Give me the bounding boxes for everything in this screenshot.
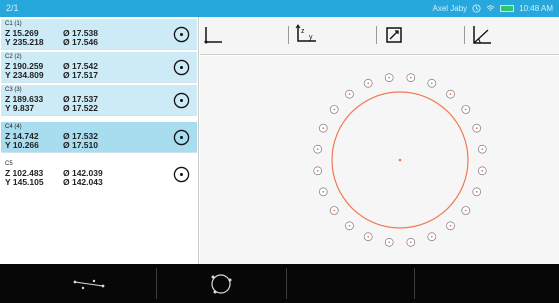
feature-diameter-2: Ø 142.043	[63, 177, 103, 187]
toolbar-divider	[464, 26, 465, 44]
hole-marker[interactable]	[318, 123, 328, 133]
feature-diameter-2: Ø 17.546	[63, 37, 98, 47]
window-title: 2/1	[6, 3, 19, 13]
feature-diameter-2: Ø 17.522	[63, 103, 98, 113]
hole-marker[interactable]	[318, 187, 328, 197]
hole-marker[interactable]	[446, 221, 455, 231]
hole-marker[interactable]	[345, 89, 354, 99]
hole-marker[interactable]	[472, 123, 482, 133]
axis-origin-icon[interactable]	[202, 23, 226, 47]
feature-row-c4[interactable]: C4 (4) Z 14.742 Y 10.266 Ø 17.532 Ø 17.5…	[1, 122, 197, 153]
bar-divider	[286, 268, 287, 299]
feature-name: C3 (3)	[5, 87, 22, 93]
feature-y: Y 234.809	[5, 70, 44, 80]
status-area: Axel Jaby 10:48 AM	[433, 3, 554, 14]
toolbar-divider	[376, 26, 377, 44]
hole-marker[interactable]	[384, 73, 394, 83]
blank-button-4[interactable]	[418, 268, 554, 299]
hole-marker[interactable]	[427, 232, 437, 242]
circle-feature-icon[interactable]	[173, 26, 190, 43]
view-toolbar: z y	[200, 17, 559, 55]
wifi-icon	[486, 5, 495, 11]
hole-marker[interactable]	[329, 105, 339, 114]
battery-icon	[500, 5, 515, 12]
clock-time: 10:48 AM	[519, 4, 553, 13]
bolt-circle-diagram[interactable]	[200, 56, 559, 264]
feature-name: C4 (4)	[5, 124, 22, 130]
hole-marker[interactable]	[477, 144, 487, 154]
feature-row-c2[interactable]: C2 (2) Z 190.259 Y 234.809 Ø 17.542 Ø 17…	[1, 52, 197, 83]
feature-row-c3[interactable]: C3 (3) Z 189.633 Y 9.837 Ø 17.537 Ø 17.5…	[1, 85, 197, 116]
distance-points-icon[interactable]	[72, 270, 106, 297]
hole-marker[interactable]	[313, 166, 323, 176]
hole-marker[interactable]	[384, 237, 394, 247]
feature-y: Y 10.266	[5, 140, 39, 150]
part-viewer[interactable]	[200, 56, 559, 264]
hole-marker[interactable]	[461, 206, 471, 215]
hole-marker[interactable]	[363, 78, 373, 88]
feature-row-c5[interactable]: C5 Z 102.483 Y 145.105 Ø 142.039 Ø 142.0…	[1, 159, 197, 190]
feature-diameter-2: Ø 17.517	[63, 70, 98, 80]
bar-divider	[414, 268, 415, 299]
bar-divider	[156, 268, 157, 299]
circle-center-point	[398, 158, 402, 162]
circle-feature-icon[interactable]	[173, 129, 190, 146]
status-bar: 2/1 Axel Jaby 10:48 AM	[0, 0, 559, 17]
feature-list[interactable]: C1 (1) Z 15.269 Y 235.218 Ø 17.538 Ø 17.…	[0, 17, 199, 264]
hole-marker[interactable]	[477, 166, 487, 176]
hole-marker[interactable]	[427, 78, 437, 88]
hole-marker[interactable]	[472, 187, 482, 197]
clock-icon	[472, 4, 481, 13]
feature-row-c1[interactable]: C1 (1) Z 15.269 Y 235.218 Ø 17.538 Ø 17.…	[1, 19, 197, 50]
blank-button-3[interactable]	[290, 268, 410, 299]
circle-feature-icon[interactable]	[173, 92, 190, 109]
hole-marker[interactable]	[406, 237, 416, 247]
axis-zy-icon[interactable]: z y	[292, 23, 320, 47]
hole-marker[interactable]	[313, 144, 323, 154]
feature-y: Y 235.218	[5, 37, 44, 47]
feature-name: C2 (2)	[5, 54, 22, 60]
feature-name: C1 (1)	[5, 21, 22, 27]
hole-marker[interactable]	[363, 232, 373, 242]
rotate-frame-icon[interactable]	[382, 23, 406, 47]
feature-diameter-2: Ø 17.510	[63, 140, 98, 150]
axis-z-label: z	[301, 28, 305, 35]
hole-marker[interactable]	[329, 206, 339, 215]
user-label: Axel Jaby	[432, 4, 468, 13]
circle-feature-icon[interactable]	[173, 166, 190, 183]
axis-y-label: y	[309, 34, 313, 41]
action-bar	[0, 264, 559, 303]
feature-name: C5	[5, 161, 13, 167]
circle-points-icon[interactable]	[206, 270, 236, 297]
feature-y: Y 9.837	[5, 103, 35, 113]
hole-marker[interactable]	[461, 105, 471, 114]
toolbar-divider	[288, 26, 289, 44]
hole-marker[interactable]	[345, 221, 354, 231]
circle-feature-icon[interactable]	[173, 59, 190, 76]
hole-marker[interactable]	[446, 89, 455, 99]
hole-marker[interactable]	[406, 73, 416, 83]
feature-y: Y 145.105	[5, 177, 44, 187]
measure-angle-icon[interactable]	[470, 23, 494, 47]
